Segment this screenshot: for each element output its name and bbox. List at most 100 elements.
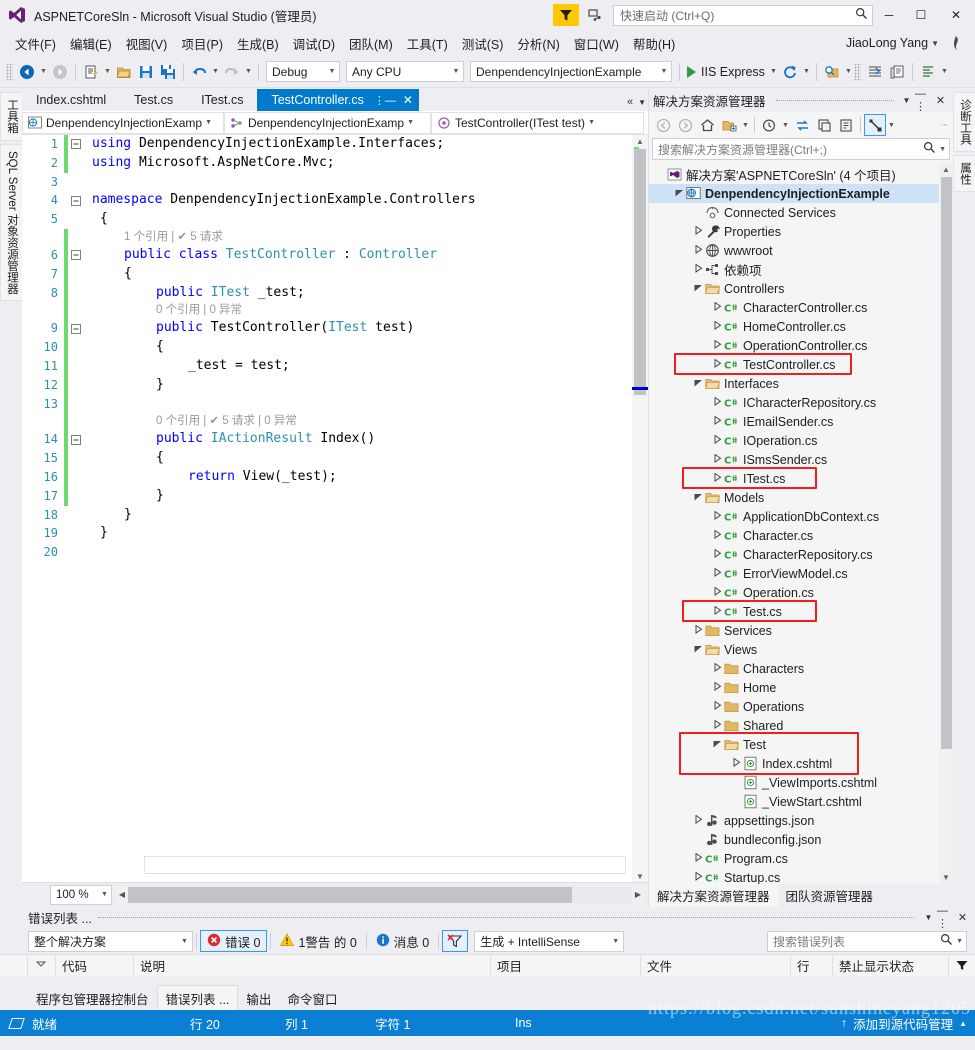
code-line[interactable]: } (84, 524, 648, 543)
chevron-right-icon[interactable] (712, 434, 723, 446)
code-line[interactable]: _test = test; (84, 357, 648, 376)
chevron-right-icon[interactable] (712, 719, 723, 731)
save-icon[interactable] (135, 61, 157, 83)
code-line[interactable]: { (84, 449, 648, 468)
dock-tab-toolbox[interactable]: 工具箱 (0, 92, 24, 141)
indent-icon[interactable] (864, 61, 886, 83)
clear-filter-icon[interactable] (442, 930, 469, 952)
tree-item-bundleconfig-json[interactable]: bundleconfig.json (649, 830, 953, 849)
code-line[interactable]: { (84, 265, 648, 284)
new-item-icon[interactable] (80, 61, 102, 83)
undo-icon[interactable] (188, 61, 210, 83)
code-line[interactable]: } (84, 506, 648, 525)
code-line[interactable]: public ITest _test; (84, 284, 648, 303)
toolbar-overflow-icon[interactable]: ▼ (939, 61, 950, 83)
tree-item-operations[interactable]: Operations (649, 697, 953, 716)
chevron-right-icon[interactable] (712, 662, 723, 674)
column-header-file[interactable]: 文件 (641, 954, 791, 977)
new-item-dropdown-icon[interactable]: ▼ (102, 61, 113, 83)
editor-horizontal-scrollbar[interactable]: ◀ ▶ (116, 886, 644, 903)
toolbar-overflow-icon[interactable]: ⋯ (939, 114, 950, 136)
find-in-files-icon[interactable] (821, 61, 843, 83)
close-icon[interactable]: ✕ (932, 90, 949, 110)
tree-item-testcontroller-cs[interactable]: C TestController.cs (649, 355, 953, 374)
quick-launch-input[interactable]: 快速启动 (Ctrl+Q) (613, 4, 873, 26)
document-tab-itest-cs[interactable]: ITest.cs (187, 89, 257, 111)
tree-item-aspnetcoresln-4[interactable]: 解决方案'ASPNETCoreSln' (4 个项目) (649, 165, 953, 184)
chevron-right-icon[interactable] (693, 624, 704, 636)
add-to-source-control-button[interactable]: 添加到源代码管理 (853, 1014, 953, 1033)
code-line[interactable]: } (84, 376, 648, 395)
tab-output[interactable]: 输出 (238, 986, 279, 1011)
chevron-right-icon[interactable] (693, 244, 704, 256)
back-icon[interactable] (652, 114, 674, 136)
chevron-down-icon[interactable] (693, 492, 704, 503)
pin-icon[interactable]: —⋮ (937, 905, 954, 930)
tree-item-characters[interactable]: Characters (649, 659, 953, 678)
collapse-all-icon[interactable] (813, 114, 835, 136)
code-line[interactable]: namespace DenpendencyInjectionExample.Co… (84, 191, 648, 210)
chevron-right-icon[interactable] (712, 567, 723, 579)
chevron-right-icon[interactable] (712, 510, 723, 522)
chevron-right-icon[interactable] (712, 396, 723, 408)
outlining-collapse-icon[interactable] (68, 135, 84, 154)
code-line[interactable]: public IActionResult Index() (84, 430, 648, 449)
properties-icon[interactable] (835, 114, 857, 136)
column-header-description[interactable]: 说明 (134, 954, 491, 977)
filter-icon[interactable] (949, 955, 975, 977)
chevron-down-icon[interactable] (693, 283, 704, 294)
error-scope-combo[interactable]: 整个解决方案 ▼ (28, 930, 193, 952)
tab-team-explorer[interactable]: 团队资源管理器 (778, 884, 882, 907)
chevron-right-icon[interactable] (712, 700, 723, 712)
chevron-right-icon[interactable] (712, 339, 723, 351)
startup-project-combo[interactable]: DenpendencyInjectionExample ▼ (470, 61, 672, 82)
document-tab-test-cs[interactable]: Test.cs (120, 89, 187, 111)
tree-item-index-cshtml[interactable]: Index.cshtml (649, 754, 953, 773)
code-line[interactable]: using Microsoft.AspNetCore.Mvc; (84, 154, 648, 173)
chevron-right-icon[interactable] (731, 757, 742, 769)
column-header-line[interactable]: 行 (791, 954, 833, 977)
tree-item-characterrepository-cs[interactable]: C CharacterRepository.cs (649, 545, 953, 564)
redo-dropdown-icon[interactable]: ▼ (243, 61, 254, 83)
account-name[interactable]: JiaoLong Yang (846, 36, 928, 50)
chevron-right-icon[interactable] (693, 814, 704, 826)
refresh-icon[interactable] (779, 61, 801, 83)
tree-item-program-cs[interactable]: C Program.cs (649, 849, 953, 868)
tree-item-test-cs[interactable]: C Test.cs (649, 602, 953, 621)
scroll-left-arrow-icon[interactable]: ◀ (116, 890, 128, 899)
navigate-back-icon[interactable] (16, 61, 38, 83)
chevron-right-icon[interactable] (712, 320, 723, 332)
scroll-right-arrow-icon[interactable]: ▶ (632, 890, 644, 899)
close-icon[interactable]: ✕ (403, 93, 413, 107)
editor-zoom-combo[interactable]: 100 % ▼ (50, 884, 112, 905)
document-tab-testcontroller-cs[interactable]: TestController.cs ⋮— ✕ (257, 89, 419, 111)
redo-icon[interactable] (221, 61, 243, 83)
close-button[interactable]: ✕ (937, 0, 975, 30)
menu-item-team[interactable]: 团队(M) (342, 32, 400, 55)
solution-explorer-search-input[interactable]: 搜索解决方案资源管理器(Ctrl+;) ▼ (652, 138, 950, 160)
code-line[interactable]: return View(_test); (84, 468, 648, 487)
menu-item-file[interactable]: 文件(F) (8, 32, 63, 55)
chevron-right-icon[interactable] (712, 472, 723, 484)
tree-item-character-cs[interactable]: C Character.cs (649, 526, 953, 545)
code-line[interactable]: } (84, 487, 648, 506)
chevron-down-icon[interactable] (693, 378, 704, 389)
pending-changes-icon[interactable] (758, 114, 780, 136)
chevron-right-icon[interactable] (712, 453, 723, 465)
feedback-funnel-icon[interactable] (553, 4, 579, 26)
code-text[interactable]: using DenpendencyInjectionExample.Interf… (84, 135, 648, 882)
dock-tab-diagnostic-tools[interactable]: 诊断工具 (953, 92, 975, 152)
tree-item-ismssender-cs[interactable]: C ISmsSender.cs (649, 450, 953, 469)
menu-item-tools[interactable]: 工具(T) (400, 32, 455, 55)
chevron-right-icon[interactable] (693, 852, 704, 864)
tree-item-charactercontroller-cs[interactable]: C CharacterController.cs (649, 298, 953, 317)
tree-item-test[interactable]: Test (649, 735, 953, 754)
tree-item-shared[interactable]: Shared (649, 716, 953, 735)
chevron-right-icon[interactable] (693, 871, 704, 883)
warnings-filter-button[interactable]: 1警告 的 0 (274, 930, 362, 952)
chevron-down-icon[interactable] (674, 188, 685, 199)
tree-item-interfaces[interactable]: Interfaces (649, 374, 953, 393)
tree-item-operationcontroller-cs[interactable]: C OperationController.cs (649, 336, 953, 355)
error-list-search-input[interactable]: 搜索错误列表 ▼ (767, 930, 967, 952)
chevron-right-icon[interactable] (712, 586, 723, 598)
